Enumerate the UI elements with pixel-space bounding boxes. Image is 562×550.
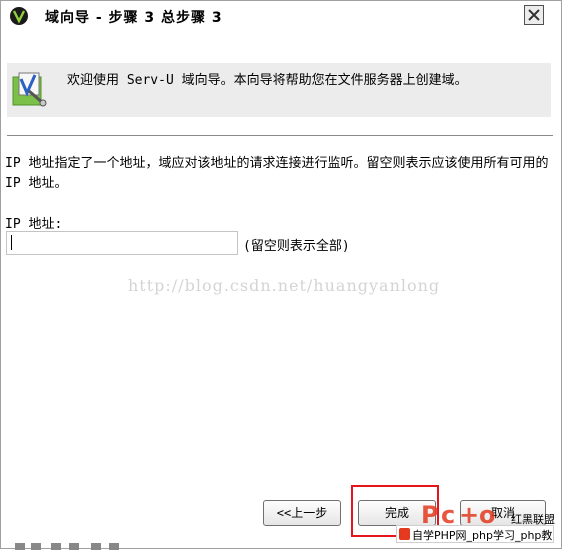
site-logo-icon <box>399 528 410 540</box>
serv-u-logo-icon <box>10 7 28 25</box>
back-button[interactable]: <<上一步 <box>263 500 341 526</box>
welcome-banner: 欢迎使用 Serv-U 域向导。本向导将帮助您在文件服务器上创建域。 <box>7 63 551 117</box>
ip-address-input[interactable] <box>6 231 238 255</box>
window-title: 域向导 - 步骤 3 总步骤 3 <box>45 10 223 26</box>
text-caret <box>11 235 12 250</box>
close-icon <box>528 9 540 21</box>
wizard-icon <box>12 72 47 107</box>
svg-text:o: o <box>479 501 496 527</box>
ip-address-hint: (留空则表示全部) <box>243 239 350 254</box>
ip-address-label: IP 地址: <box>5 217 63 232</box>
title-bar: 域向导 - 步骤 3 总步骤 3 <box>1 1 561 31</box>
svg-text:c: c <box>441 501 455 527</box>
wizard-window: 域向导 - 步骤 3 总步骤 3 欢迎使用 Serv-U 域向导。本向导将帮助您… <box>0 0 562 550</box>
svg-text:+: + <box>459 501 479 527</box>
banner-text: 欢迎使用 Serv-U 域向导。本向导将帮助您在文件服务器上创建域。 <box>67 73 468 88</box>
footer-watermark-text: 自学PHP网_php学习_php教 <box>412 529 553 542</box>
svg-text:P: P <box>421 501 439 527</box>
close-button[interactable] <box>524 5 544 25</box>
watermark-text: http://blog.csdn.net/huangyanlong <box>128 276 441 295</box>
description-text: IP 地址指定了一个地址，域应对该地址的请求连接进行监听。留空则表示应该使用所有… <box>5 156 549 191</box>
separator <box>7 135 553 137</box>
